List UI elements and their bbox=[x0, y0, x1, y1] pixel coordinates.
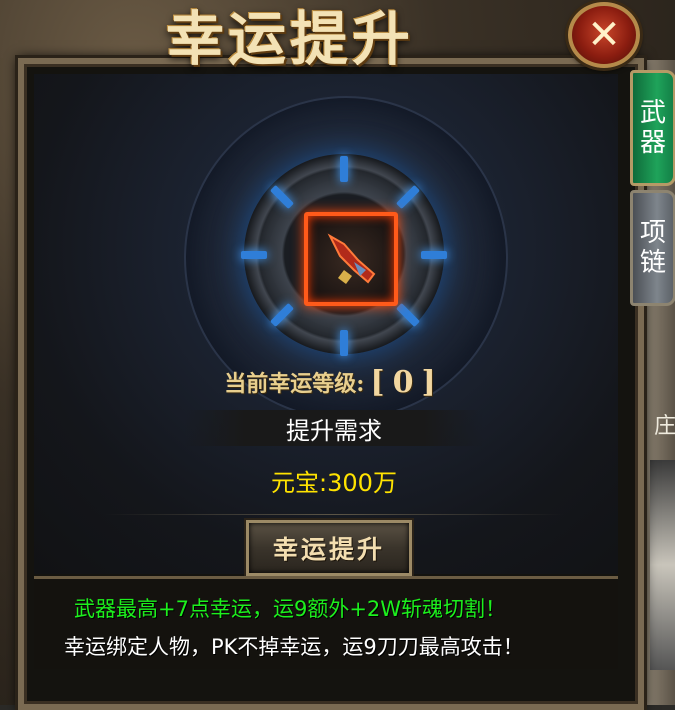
tab-label: 链 bbox=[639, 248, 666, 278]
tab-necklace[interactable]: 项 链 bbox=[630, 190, 675, 306]
info-line-binding: 幸运绑定人物，PK不掉幸运，运9刀刀最高攻击！ bbox=[64, 635, 524, 659]
rune-mark bbox=[340, 330, 348, 356]
close-button[interactable]: ✕ bbox=[568, 2, 640, 68]
weapon-slot[interactable] bbox=[304, 212, 398, 306]
tab-label: 项 bbox=[639, 218, 666, 248]
rune-mark bbox=[241, 251, 267, 259]
info-line-weapon: 武器最高+7点幸运，运9额外+2W斩魂切割！ bbox=[74, 597, 507, 621]
rune-mark bbox=[421, 251, 447, 259]
upgrade-panel: 当前幸运等级: [0] 提升需求 元宝:300万 幸运提升 bbox=[34, 74, 618, 576]
divider bbox=[104, 514, 564, 515]
window-title: 幸运提升 bbox=[165, 5, 414, 73]
luck-upgrade-button[interactable]: 幸运提升 bbox=[246, 520, 412, 576]
tab-weapon[interactable]: 武 器 bbox=[630, 70, 675, 186]
requirement-title: 提升需求 bbox=[184, 410, 484, 446]
info-box: 武器最高+7点幸运，运9额外+2W斩魂切割！ 幸运绑定人物，PK不掉幸运，运9刀… bbox=[34, 576, 618, 669]
background-panel bbox=[650, 460, 675, 670]
requirement-cost: 元宝:300万 bbox=[271, 468, 397, 497]
luck-level-row: 当前幸运等级: [0] bbox=[184, 362, 484, 402]
close-icon: ✕ bbox=[587, 12, 621, 58]
background-text: 庄 bbox=[654, 414, 675, 439]
tab-label: 武 bbox=[639, 98, 666, 128]
weapon-icon bbox=[327, 233, 376, 284]
luck-level-value: [0] bbox=[370, 364, 444, 400]
tab-label: 器 bbox=[639, 128, 666, 158]
luck-level-label: 当前幸运等级: bbox=[224, 371, 365, 397]
rune-mark bbox=[340, 156, 348, 182]
